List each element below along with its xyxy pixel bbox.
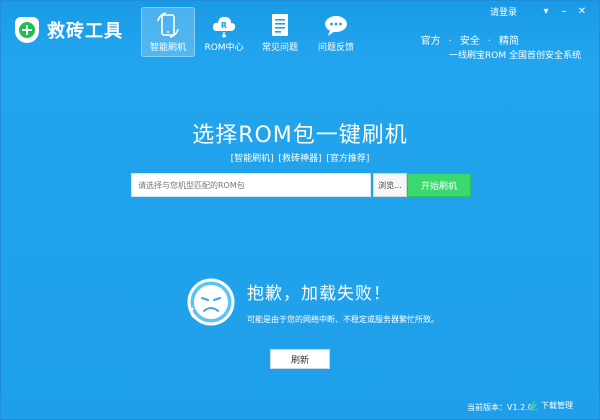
link-official[interactable]: 官方 [421, 36, 441, 47]
link-security[interactable]: 安全 [460, 36, 480, 47]
svg-text:R: R [221, 21, 227, 30]
faq-document-icon [272, 14, 288, 36]
tag-smart-flash: [智能刷机] [230, 154, 274, 164]
feature-tags: [智能刷机] [救砖神器] [官方推荐] [1, 151, 599, 164]
rom-cloud-icon: R [212, 16, 236, 38]
close-icon[interactable]: ✕ [573, 4, 591, 18]
link-separator: · [487, 36, 491, 47]
nav-feedback[interactable]: 问题反馈 [309, 7, 363, 57]
download-icon [529, 400, 538, 410]
window-controls: 请登录 ▾ – ✕ [490, 4, 591, 18]
nav-rom-center[interactable]: R ROM中心 [197, 7, 251, 57]
slogan: 一线刷宝ROM 全国首创安全系统 [449, 51, 581, 61]
feedback-chat-icon [325, 16, 347, 36]
menu-icon[interactable]: ▾ [537, 4, 555, 18]
sad-face-icon [187, 278, 235, 326]
main-nav: 智能刷机 R ROM中心 常见问题 问题反馈 [141, 7, 365, 57]
smart-flash-icon [157, 12, 179, 38]
page-title: 选择ROM包一键刷机 [192, 123, 408, 148]
browse-button[interactable]: 浏览... [373, 173, 407, 197]
tag-official: [官方推荐] [326, 154, 370, 164]
header: 救砖工具 智能刷机 R ROM中心 常见问题 问题反馈 请登录 ▾ – ✕ 官方… [1, 1, 599, 63]
start-flash-button[interactable]: 开始刷机 [407, 173, 471, 197]
download-label: 下载管理 [541, 401, 573, 410]
error-description: 可能是由于您的网络中断、不稳定或服务器繁忙所致。 [247, 315, 439, 324]
nav-label: ROM中心 [204, 43, 244, 53]
refresh-button[interactable]: 刷新 [270, 349, 330, 369]
tag-rescue-tool: [救砖神器] [278, 154, 322, 164]
nav-faq[interactable]: 常见问题 [253, 7, 307, 57]
app-title: 救砖工具 [47, 21, 123, 42]
main-content: 选择ROM包一键刷机 [智能刷机] [救砖神器] [官方推荐] 浏览... 开始… [1, 63, 599, 419]
login-link[interactable]: 请登录 [490, 5, 517, 18]
top-links: 官方 · 安全 · 精简 [417, 32, 523, 47]
nav-label: 常见问题 [261, 43, 298, 53]
download-manager-link[interactable]: 下载管理 [529, 400, 573, 411]
nav-smart-flash[interactable]: 智能刷机 [141, 7, 195, 57]
link-separator: · [448, 36, 452, 47]
minimize-icon[interactable]: – [555, 4, 573, 18]
link-lite[interactable]: 精简 [499, 36, 519, 47]
app-logo: 救砖工具 [15, 17, 123, 43]
error-title: 抱歉，加载失败！ [247, 284, 391, 304]
shield-plus-icon [15, 17, 39, 43]
nav-label: 智能刷机 [149, 43, 186, 53]
rom-path-input[interactable] [131, 173, 371, 197]
nav-label: 问题反馈 [317, 43, 354, 53]
version-label: 当前版本：V1.2.0 [467, 403, 533, 412]
app-window: 救砖工具 智能刷机 R ROM中心 常见问题 问题反馈 请登录 ▾ – ✕ 官方… [0, 0, 600, 420]
